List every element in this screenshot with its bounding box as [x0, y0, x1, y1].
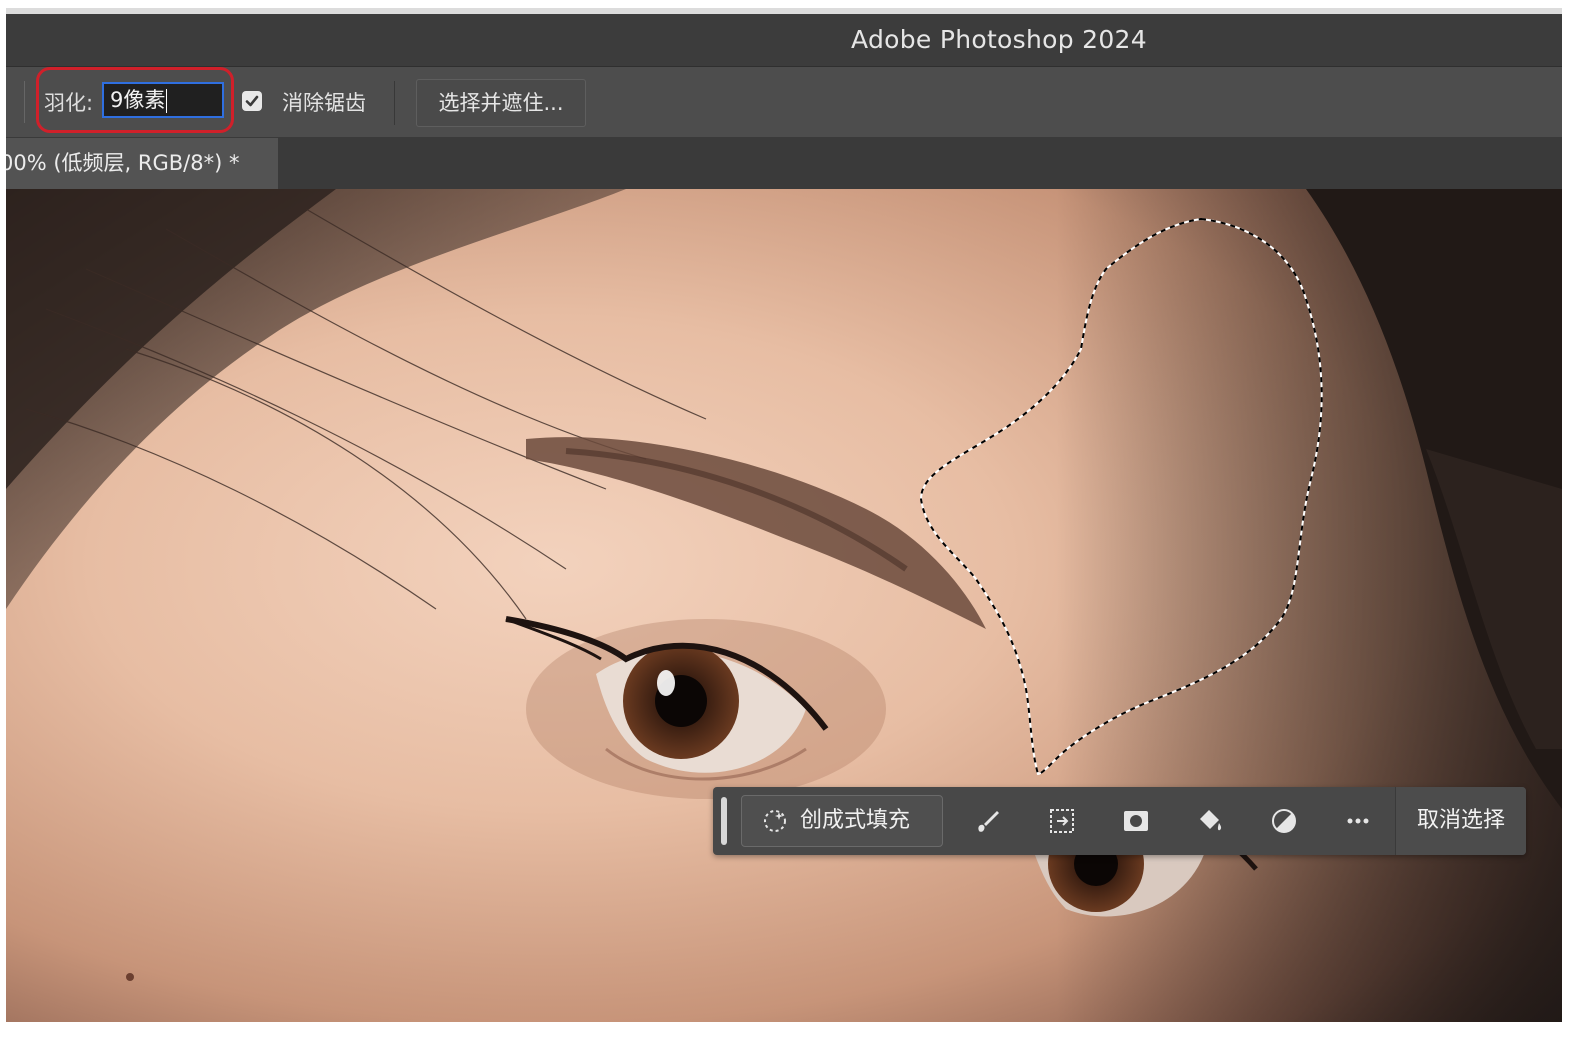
fill-bucket-icon[interactable]	[1194, 805, 1226, 837]
more-icon[interactable]	[1342, 805, 1374, 837]
anti-alias-label: 消除锯齿	[282, 91, 366, 115]
generative-fill-label: 创成式填充	[800, 808, 911, 833]
text-caret	[166, 89, 168, 113]
mask-icon[interactable]	[1120, 805, 1152, 837]
options-bar-grip[interactable]	[24, 81, 25, 123]
select-and-mask-button[interactable]: 选择并遮住...	[416, 79, 586, 127]
contextual-task-bar: 创成式填充 取消选择	[713, 787, 1526, 855]
feather-label: 羽化:	[44, 91, 94, 115]
portrait-photo	[6, 189, 1562, 1022]
deselect-button[interactable]: 取消选择	[1396, 787, 1526, 855]
image-canvas[interactable]	[6, 189, 1562, 1022]
transform-selection-icon[interactable]	[1046, 805, 1078, 837]
taskbar-drag-handle[interactable]	[721, 797, 727, 845]
options-bar: 羽化: 9像素 消除锯齿 选择并遮住...	[6, 67, 1562, 138]
brush-icon[interactable]	[971, 805, 1003, 837]
feather-input[interactable]: 9像素	[102, 82, 224, 118]
options-divider	[394, 81, 395, 125]
generative-fill-icon	[764, 810, 786, 832]
generative-fill-button[interactable]: 创成式填充	[741, 795, 943, 847]
document-tab[interactable]: 00% (低频层, RGB/8*) *	[6, 138, 278, 189]
title-bar: Adobe Photoshop 2024	[6, 14, 1562, 67]
document-tab-bar: 00% (低频层, RGB/8*) *	[6, 138, 1562, 189]
photoshop-window: Adobe Photoshop 2024 羽化: 9像素 消除锯齿 选择并遮住.…	[6, 8, 1562, 1022]
document-tab-label: 00% (低频层, RGB/8*) *	[6, 151, 240, 175]
window-title: Adobe Photoshop 2024	[851, 25, 1147, 54]
anti-alias-checkbox[interactable]	[242, 91, 262, 111]
adjustment-icon[interactable]	[1268, 805, 1300, 837]
checkmark-icon	[245, 95, 259, 107]
feather-value: 9像素	[110, 88, 166, 112]
